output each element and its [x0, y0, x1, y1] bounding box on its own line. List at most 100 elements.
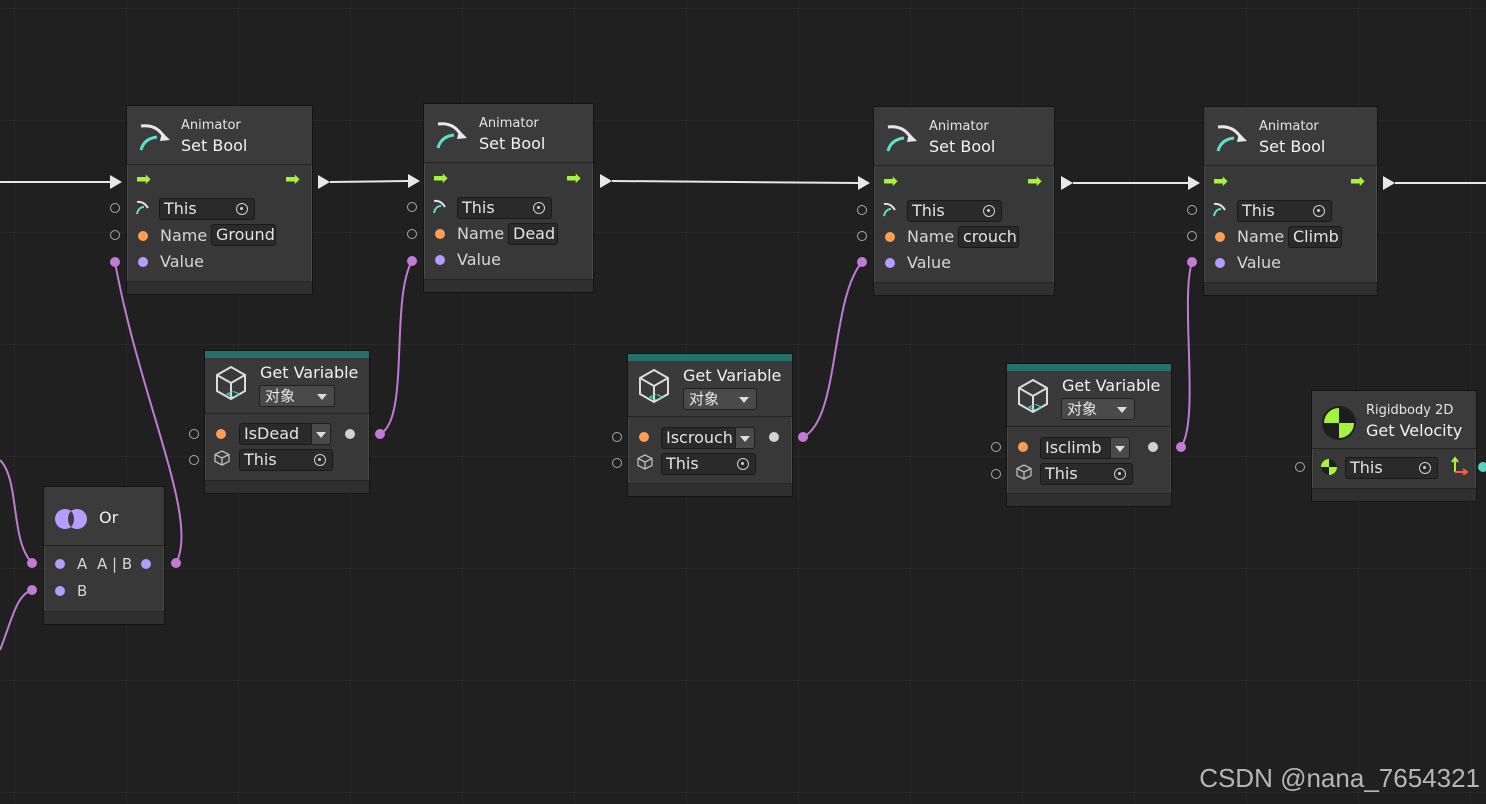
node-header[interactable]: Animator Set Bool: [127, 106, 312, 165]
object-picker-icon[interactable]: [236, 203, 248, 215]
target-input-port[interactable]: [110, 203, 120, 213]
chevron-down-icon: [317, 394, 327, 400]
value-input-port[interactable]: [857, 257, 867, 267]
object-picker-icon[interactable]: [533, 202, 545, 214]
object-picker-icon[interactable]: [314, 454, 326, 466]
animator-set-bool-icon: [139, 124, 170, 151]
set-bool-node-dead[interactable]: Animator Set Bool ➡ ➡ This Name Dead Val…: [423, 103, 594, 293]
variable-kind-dropdown[interactable]: 对象: [259, 385, 335, 407]
target-input-port[interactable]: [612, 458, 622, 468]
variable-output-port[interactable]: [345, 429, 355, 439]
variable-input-port[interactable]: [612, 432, 622, 442]
target-field[interactable]: This: [1040, 463, 1133, 485]
variable-kind-dropdown[interactable]: 对象: [683, 388, 757, 410]
target-field[interactable]: This: [907, 200, 1002, 222]
get-variable-node-isdead[interactable]: <> Get Variable 对象 IsDead This: [204, 350, 370, 494]
variable-output-port[interactable]: [1148, 442, 1158, 452]
value-label: Value: [160, 252, 204, 271]
node-header[interactable]: <> Get Variable 对象: [628, 361, 792, 417]
set-bool-node-crouch[interactable]: Animator Set Bool ➡ ➡ This Name crouch V…: [873, 106, 1055, 296]
name-input[interactable]: Ground: [211, 224, 276, 246]
variable-kind-dropdown[interactable]: 对象: [1061, 398, 1135, 420]
object-picker-icon[interactable]: [1313, 205, 1325, 217]
flow-in-arrow-icon[interactable]: ➡: [883, 173, 898, 191]
variable-cube-icon: <>: [1018, 378, 1048, 414]
variable-name-field[interactable]: IsDead: [239, 423, 313, 445]
target-input-port[interactable]: [857, 205, 867, 215]
variable-name-dropdown-button[interactable]: [735, 427, 755, 449]
name-input-port[interactable]: [407, 229, 417, 239]
variable-name-port[interactable]: [1018, 442, 1028, 452]
node-header[interactable]: Animator Set Bool: [424, 104, 593, 163]
target-field[interactable]: This: [1237, 200, 1332, 222]
name-port[interactable]: [1215, 232, 1225, 242]
flow-in-arrow-icon[interactable]: ➡: [433, 170, 448, 188]
object-picker-icon[interactable]: [983, 205, 995, 217]
input-a-port[interactable]: [55, 559, 65, 569]
object-picker-icon[interactable]: [1114, 468, 1126, 480]
get-velocity-node[interactable]: Rigidbody 2D Get Velocity This: [1311, 390, 1477, 502]
name-input[interactable]: Climb: [1288, 226, 1342, 248]
flow-out-arrow-icon[interactable]: ➡: [566, 170, 581, 188]
flow-in-arrow-icon[interactable]: ➡: [1213, 173, 1228, 191]
target-field[interactable]: This: [159, 198, 255, 220]
node-header[interactable]: Animator Set Bool: [874, 107, 1054, 166]
value-input-port[interactable]: [1187, 257, 1197, 267]
target-input-port[interactable]: [1295, 462, 1305, 472]
value-port[interactable]: [1215, 258, 1225, 268]
name-input-port[interactable]: [1187, 231, 1197, 241]
variable-name-port[interactable]: [216, 429, 226, 439]
variable-name-dropdown-button[interactable]: [311, 423, 331, 445]
name-port[interactable]: [885, 232, 895, 242]
flow-out-arrow-icon[interactable]: ➡: [1027, 173, 1042, 191]
name-port[interactable]: [138, 231, 148, 241]
target-field[interactable]: This: [239, 449, 333, 471]
get-variable-node-isclimb[interactable]: <> Get Variable 对象 Isclimb This: [1006, 363, 1172, 507]
name-input[interactable]: Dead: [508, 223, 558, 245]
input-a-connector[interactable]: [27, 558, 37, 568]
value-input-port[interactable]: [407, 256, 417, 266]
or-node[interactable]: Or A A | B B: [43, 486, 165, 625]
variable-name-value: IsDead: [244, 424, 300, 443]
target-input-port[interactable]: [407, 202, 417, 212]
name-input-port[interactable]: [110, 230, 120, 240]
object-picker-icon[interactable]: [737, 458, 749, 470]
flow-out-arrow-icon[interactable]: ➡: [285, 171, 300, 189]
variable-input-port[interactable]: [991, 442, 1001, 452]
set-bool-node-ground[interactable]: Animator Set Bool ➡ ➡ This Name Ground V…: [126, 105, 313, 295]
variable-name-port[interactable]: [639, 432, 649, 442]
name-port[interactable]: [435, 229, 445, 239]
variable-output-port[interactable]: [769, 432, 779, 442]
flow-in-arrow-icon[interactable]: ➡: [136, 171, 151, 189]
input-b-connector[interactable]: [27, 585, 37, 595]
object-picker-icon[interactable]: [1419, 462, 1431, 474]
target-field[interactable]: This: [661, 453, 756, 475]
value-input-port[interactable]: [110, 257, 120, 267]
value-port[interactable]: [138, 257, 148, 267]
variable-name-field[interactable]: Isclimb: [1040, 437, 1112, 459]
node-header[interactable]: <> Get Variable 对象: [205, 358, 369, 414]
target-input-port[interactable]: [189, 455, 199, 465]
node-header[interactable]: Animator Set Bool: [1204, 107, 1377, 166]
node-header[interactable]: Or: [44, 487, 164, 546]
name-input[interactable]: crouch: [958, 226, 1019, 248]
variable-name-field[interactable]: Iscrouch: [661, 427, 737, 449]
output-port[interactable]: [141, 559, 151, 569]
target-field[interactable]: This: [457, 197, 552, 219]
set-bool-node-climb[interactable]: Animator Set Bool ➡ ➡ This Name Climb Va…: [1203, 106, 1378, 296]
input-b-port[interactable]: [55, 586, 65, 596]
value-port[interactable]: [435, 255, 445, 265]
name-input-port[interactable]: [857, 231, 867, 241]
variable-name-dropdown-button[interactable]: [1110, 437, 1130, 459]
animator-set-bool-icon: [1216, 125, 1247, 152]
node-header[interactable]: Rigidbody 2D Get Velocity: [1312, 391, 1476, 449]
get-variable-node-iscrouch[interactable]: <> Get Variable 对象 Iscrouch This: [627, 353, 793, 497]
target-input-port[interactable]: [1187, 205, 1197, 215]
target-input-port[interactable]: [991, 469, 1001, 479]
target-field[interactable]: This: [1345, 457, 1438, 479]
value-port[interactable]: [885, 258, 895, 268]
node-header[interactable]: <> Get Variable 对象: [1007, 371, 1171, 427]
variable-input-port[interactable]: [189, 429, 199, 439]
flow-out-arrow-icon[interactable]: ➡: [1350, 173, 1365, 191]
wire-end-dot: [1176, 442, 1186, 452]
